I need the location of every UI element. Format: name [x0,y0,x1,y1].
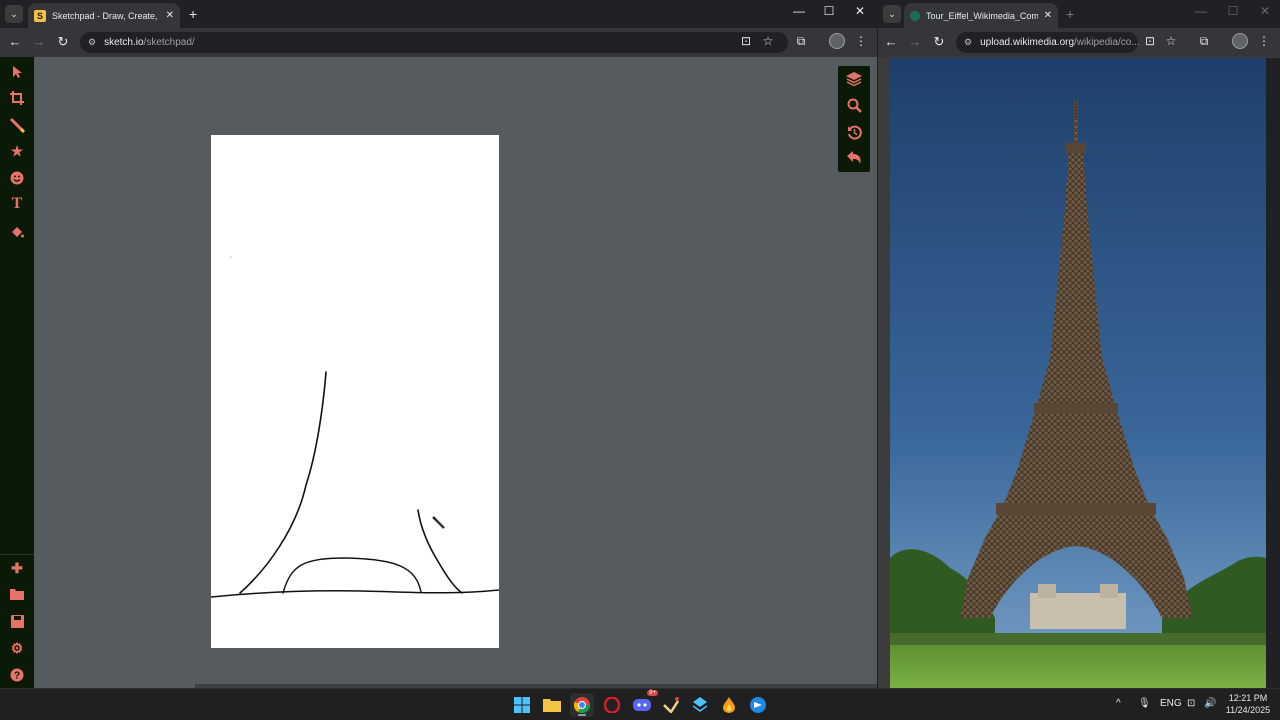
drawing-canvas[interactable] [210,135,500,648]
maximize-icon[interactable]: ☐ [1218,4,1248,18]
emoji-icon[interactable] [7,168,27,188]
notification-badge: 9+ [647,690,658,696]
tab-search-button[interactable]: ⌄ [5,5,23,23]
site-info-icon[interactable]: ⚙ [964,37,972,48]
url-path: /wikipedia/co... [1074,37,1140,48]
sketchpad-favicon: S [34,9,46,22]
new-tab-icon[interactable]: + [189,6,197,22]
tab-title: Sketchpad - Draw, Create, Share [52,10,160,21]
address-bar[interactable]: ⚙ upload.wikimedia.org/wikipedia/co... [956,32,1140,53]
windows-start-icon[interactable] [510,693,534,717]
file-explorer-icon[interactable] [540,693,564,717]
chrome-icon[interactable] [570,693,594,717]
back-icon[interactable]: ← [6,34,24,49]
clock-date: 11/24/2025 [1225,705,1271,715]
fill-icon[interactable] [7,222,27,242]
extensions-icon[interactable]: ⧉ [793,34,809,49]
close-window-icon[interactable]: ✕ [845,4,875,18]
close-tab-icon[interactable]: ✕ [166,10,174,21]
tab-title: Tour_Eiffel_Wikimedia_Commons [926,10,1038,21]
network-icon[interactable]: ⊡ [1187,698,1195,709]
settings-icon[interactable]: ⚙ [7,638,27,658]
brush-icon[interactable] [7,115,27,135]
sketchpad-right-dock [838,66,870,172]
show-hidden-icons-icon[interactable]: ^ [1116,698,1121,709]
tab-strip: ⌄ S Sketchpad - Draw, Create, Share ✕ + … [0,0,877,28]
sketch-drawing [210,256,500,598]
browser-toolbar: ← → ↻ ⚙ sketch.io/sketchpad/ ⊡ ☆ ⧉ ⋮ [0,28,877,57]
sketchpad-browser-window: ⌄ S Sketchpad - Draw, Create, Share ✕ + … [0,0,877,688]
wikimedia-favicon [910,10,920,21]
tab-strip: ⌄ Tour_Eiffel_Wikimedia_Commons ✕ + — ☐ … [878,0,1280,28]
extensions-icon[interactable]: ⧉ [1196,34,1212,49]
url-host: upload.wikimedia.org [980,37,1075,48]
reload-icon[interactable]: ↻ [930,34,948,50]
add-icon[interactable]: ✚ [7,558,27,578]
language-indicator[interactable]: ENG [1160,698,1182,709]
clock-time: 12:21 PM [1228,693,1268,703]
app-icon[interactable] [688,693,712,717]
rail-divider [0,554,34,555]
microphone-icon[interactable]: 🎙 [1138,698,1151,709]
minimize-icon[interactable]: — [784,4,814,18]
help-icon[interactable]: ? [7,665,27,685]
brush-cursor-icon [432,516,446,535]
reload-icon[interactable]: ↻ [54,34,72,50]
minimize-icon[interactable]: — [1186,4,1216,18]
tab-search-button[interactable]: ⌄ [883,5,901,23]
forward-icon[interactable]: → [30,34,48,49]
windows-taskbar: 9+ ^ 🎙 ENG ⊡ 🔊 12:21 PM 11/24/2025 [0,688,1280,720]
discord-icon[interactable]: 9+ [630,690,658,717]
tab-sketchpad[interactable]: S Sketchpad - Draw, Create, Share ✕ [28,3,180,28]
running-indicator [578,714,586,716]
lens-icon[interactable]: ⊡ [1142,34,1158,48]
profile-avatar[interactable] [829,33,845,49]
browser-menu-icon[interactable]: ⋮ [1256,34,1272,48]
svg-text:?: ? [14,671,20,682]
url-path: /sketchpad/ [143,37,195,48]
url-host: sketch.io [104,37,144,48]
browser-menu-icon[interactable]: ⋮ [853,34,869,48]
site-info-icon[interactable]: ⚙ [88,37,96,48]
volume-icon[interactable]: 🔊 [1204,698,1216,709]
history-icon[interactable] [844,122,864,142]
system-clock[interactable]: 12:21 PM 11/24/2025 [1222,692,1274,716]
close-window-icon[interactable]: ✕ [1250,4,1280,18]
back-icon[interactable]: ← [882,34,900,49]
maximize-icon[interactable]: ☐ [814,4,844,18]
text-icon[interactable]: T [7,194,27,214]
opera-icon[interactable] [600,693,624,717]
browser-toolbar: ← → ↻ ⚙ upload.wikimedia.org/wikipedia/c… [878,28,1280,57]
undo-icon[interactable] [844,148,864,168]
crop-icon[interactable] [7,88,27,108]
tab-tour-eiffel[interactable]: Tour_Eiffel_Wikimedia_Commons ✕ [904,3,1058,28]
install-app-icon[interactable]: ⊡ [738,34,754,48]
bookmark-star-icon[interactable]: ☆ [1163,34,1179,48]
layers-icon[interactable] [844,69,864,89]
vertical-scrollbar[interactable] [1266,58,1280,688]
app-icon[interactable] [659,693,683,717]
profile-avatar[interactable] [1232,33,1248,49]
star-icon[interactable]: ★ [7,141,27,161]
bookmark-star-icon[interactable]: ☆ [760,34,776,48]
app-icon[interactable] [717,693,741,717]
zoom-icon[interactable] [844,95,864,115]
app-icon[interactable] [746,693,770,717]
select-icon[interactable] [7,62,27,82]
address-bar[interactable]: ⚙ sketch.io/sketchpad/ [80,32,788,53]
eiffel-tower-photo [890,58,1266,688]
close-tab-icon[interactable]: ✕ [1044,10,1052,21]
sketchpad-tool-rail: ★ T ✚ ⚙ ? [0,57,34,688]
new-tab-icon[interactable]: + [1066,6,1074,22]
folder-icon[interactable] [7,584,27,604]
save-icon[interactable] [7,611,27,631]
forward-icon[interactable]: → [906,34,924,49]
